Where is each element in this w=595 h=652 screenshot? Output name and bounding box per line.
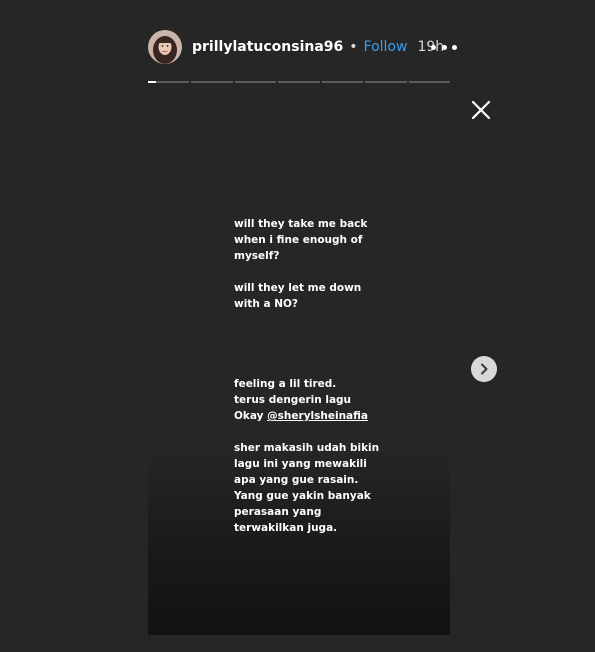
story-progress-segment bbox=[278, 81, 320, 83]
next-story-button[interactable] bbox=[471, 356, 497, 382]
story-media[interactable]: will they take me back when i fine enoug… bbox=[148, 88, 450, 635]
story-progress-segment bbox=[365, 81, 407, 83]
chevron-right-icon bbox=[481, 363, 488, 375]
story-paragraph: will they take me back when i fine enoug… bbox=[234, 218, 368, 262]
story-paragraph: sher makasih udah bikin lagu ini yang me… bbox=[234, 442, 380, 534]
story-progress-fill bbox=[148, 81, 157, 83]
story-paragraph: will they let me down with a NO? bbox=[234, 282, 362, 310]
header-separator: • bbox=[349, 39, 358, 55]
story-progress-segment bbox=[191, 81, 233, 83]
story-paragraph: feeling a lil tired. terus dengerin lagu… bbox=[234, 376, 434, 424]
close-icon[interactable] bbox=[469, 98, 493, 122]
story-progress-segment bbox=[321, 81, 364, 83]
story-caption: will they take me back when i fine enoug… bbox=[234, 216, 434, 536]
story-progress-segment bbox=[408, 81, 450, 83]
username-link[interactable]: prillylatuconsina96 bbox=[192, 39, 343, 55]
follow-button[interactable]: Follow bbox=[364, 39, 408, 55]
more-dot bbox=[441, 44, 447, 50]
story-progress-bar bbox=[148, 81, 450, 83]
mention-link[interactable]: @sherylsheinafia bbox=[267, 410, 368, 422]
story-progress-segment bbox=[234, 81, 277, 83]
more-dot bbox=[431, 44, 436, 50]
more-dot bbox=[452, 44, 457, 50]
avatar-image bbox=[148, 30, 182, 64]
more-horizontal-icon[interactable] bbox=[431, 43, 457, 51]
profile-avatar[interactable] bbox=[148, 30, 182, 64]
story-header: prillylatuconsina96 • Follow 19h bbox=[148, 29, 444, 65]
story-progress-segment bbox=[148, 81, 190, 83]
